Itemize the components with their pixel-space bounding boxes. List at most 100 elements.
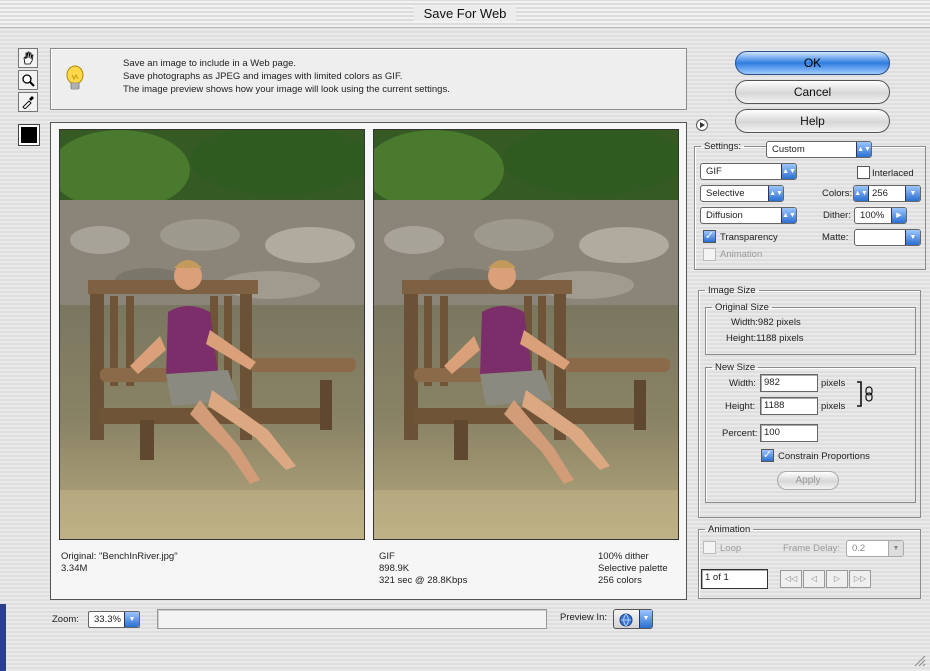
next-frame-icon: ▷: [833, 574, 841, 583]
chevron-down-icon: ▼: [124, 612, 139, 627]
zoom-label: Zoom:: [52, 614, 79, 625]
new-size-legend: New Size: [715, 362, 756, 373]
optimized-caption-left: GIF 898.9K 321 sec @ 28.8Kbps: [379, 551, 467, 587]
first-frame-button[interactable]: ◁◁: [780, 570, 802, 588]
original-filename: Original: "BenchInRiver.jpg": [61, 551, 178, 562]
colors-label: Colors:: [822, 188, 853, 199]
optimized-size: 898.9K: [379, 563, 410, 574]
optimized-palette: Selective palette: [598, 563, 668, 574]
chevron-down-icon: ▲▼: [856, 142, 871, 157]
color-swatch-icon: [21, 127, 37, 143]
photo-graphic: [374, 130, 678, 539]
zoom-icon: [22, 74, 35, 87]
width-label: Width:: [729, 378, 756, 389]
status-field: [157, 609, 547, 629]
matte-select[interactable]: ▼: [854, 229, 921, 246]
interlaced-label: Interlaced: [872, 168, 914, 179]
dither-label: Dither:: [823, 210, 851, 221]
chevron-down-icon: ▲▼: [768, 186, 783, 201]
colors-combo[interactable]: ▲▼ 256 ▼: [853, 185, 921, 202]
previous-frame-button[interactable]: ◁: [803, 570, 825, 588]
original-caption: Original: "BenchInRiver.jpg" 3.34M: [61, 551, 178, 575]
optimized-caption-right: 100% dither Selective palette 256 colors: [598, 551, 668, 587]
hand-icon: [23, 51, 34, 65]
info-panel: Save an image to include in a Web page. …: [50, 48, 687, 110]
color-reduction-select[interactable]: Selective ▲▼: [700, 185, 784, 202]
animation-label: Animation: [720, 249, 763, 260]
interlaced-checkbox[interactable]: [857, 166, 870, 179]
link-icon: [857, 381, 873, 407]
colors-value: 256: [872, 188, 888, 199]
chevron-down-icon: ▼: [888, 541, 903, 556]
info-text: Save an image to include in a Web page. …: [123, 57, 450, 96]
chevron-right-icon: ▶: [891, 208, 906, 223]
frame-counter: 1 of 1: [701, 569, 768, 589]
menu-arrow-icon: [700, 122, 705, 128]
dither-amount-combo[interactable]: 100% ▶: [854, 207, 907, 224]
cancel-button[interactable]: Cancel: [735, 80, 890, 104]
format-select[interactable]: GIF ▲▼: [700, 163, 797, 180]
chevron-down-icon: ▲▼: [781, 208, 796, 223]
hand-tool[interactable]: [18, 48, 38, 68]
width-unit: pixels: [821, 378, 846, 389]
zoom-value: 33.3%: [94, 614, 121, 625]
last-frame-button[interactable]: ▷▷: [849, 570, 871, 588]
optimized-format: GIF: [379, 551, 395, 562]
constrain-proportions-label: Constrain Proportions: [778, 451, 870, 462]
info-line: Save an image to include in a Web page.: [123, 58, 297, 69]
chevron-down-icon: ▼: [905, 230, 920, 245]
percent-label: Percent:: [722, 428, 758, 439]
photo-graphic: [60, 130, 364, 539]
info-line: Save photographs as JPEG and images with…: [123, 71, 403, 82]
format-value: GIF: [706, 166, 722, 177]
next-frame-button[interactable]: ▷: [826, 570, 848, 588]
eyedropper-tool[interactable]: [18, 92, 38, 112]
transparency-checkbox[interactable]: ✓: [703, 230, 716, 243]
height-unit: pixels: [821, 401, 846, 412]
color-reduction-value: Selective: [706, 188, 745, 199]
lightbulb-icon: [66, 65, 84, 90]
matte-label: Matte:: [822, 232, 849, 243]
chevron-down-icon: ▲▼: [781, 164, 796, 179]
preview-area: Original: "BenchInRiver.jpg" 3.34M GIF 8…: [50, 122, 687, 600]
help-button[interactable]: Help: [735, 109, 890, 133]
info-line: The image preview shows how your image w…: [123, 84, 450, 95]
frame-delay-combo[interactable]: 0.2 ▼: [846, 540, 904, 557]
constrain-proportions-checkbox[interactable]: ✓: [761, 449, 774, 462]
settings-preset-select[interactable]: Custom ▲▼: [766, 141, 872, 158]
eyedropper-color-swatch[interactable]: [18, 124, 40, 146]
preview-in-browser-button[interactable]: ▼: [613, 609, 653, 629]
original-size-legend: Original Size: [715, 302, 769, 313]
resize-grip-icon[interactable]: [912, 653, 926, 667]
loop-checkbox[interactable]: [703, 541, 716, 554]
original-preview-image[interactable]: [59, 129, 365, 540]
width-field[interactable]: 982: [760, 374, 818, 392]
percent-field[interactable]: 100: [760, 424, 818, 442]
settings-label: Settings:: [704, 141, 741, 152]
optimized-colors: 256 colors: [598, 575, 642, 586]
window-title-bar: Save For Web: [0, 0, 930, 28]
last-frame-icon: ▷▷: [853, 574, 867, 583]
ok-button[interactable]: OK: [735, 51, 890, 75]
height-label: Height:: [725, 401, 756, 412]
zoom-select[interactable]: 33.3% ▼: [88, 611, 140, 628]
optimized-preview-image[interactable]: [373, 129, 679, 540]
zoom-tool[interactable]: [18, 70, 38, 90]
settings-preset-value: Custom: [772, 144, 805, 155]
image-size-legend: Image Size: [708, 285, 756, 296]
animation-checkbox[interactable]: [703, 248, 716, 261]
apply-button[interactable]: Apply: [777, 471, 839, 490]
chevron-down-icon: ▼: [905, 186, 920, 201]
frame-delay-label: Frame Delay:: [783, 543, 841, 554]
optimize-menu-button[interactable]: [696, 119, 708, 131]
stepper-icon[interactable]: ▲▼: [854, 186, 869, 201]
loop-label: Loop: [720, 543, 742, 554]
dither-amount-value: 100%: [860, 210, 885, 221]
original-filesize: 3.34M: [61, 563, 88, 574]
height-field[interactable]: 1188: [760, 397, 818, 415]
frame-delay-value: 0.2: [852, 543, 866, 554]
animation-legend: Animation: [708, 524, 751, 535]
dither-algorithm-select[interactable]: Diffusion ▲▼: [700, 207, 797, 224]
chevron-down-icon: ▼: [639, 610, 652, 628]
browser-icon: [619, 613, 633, 627]
